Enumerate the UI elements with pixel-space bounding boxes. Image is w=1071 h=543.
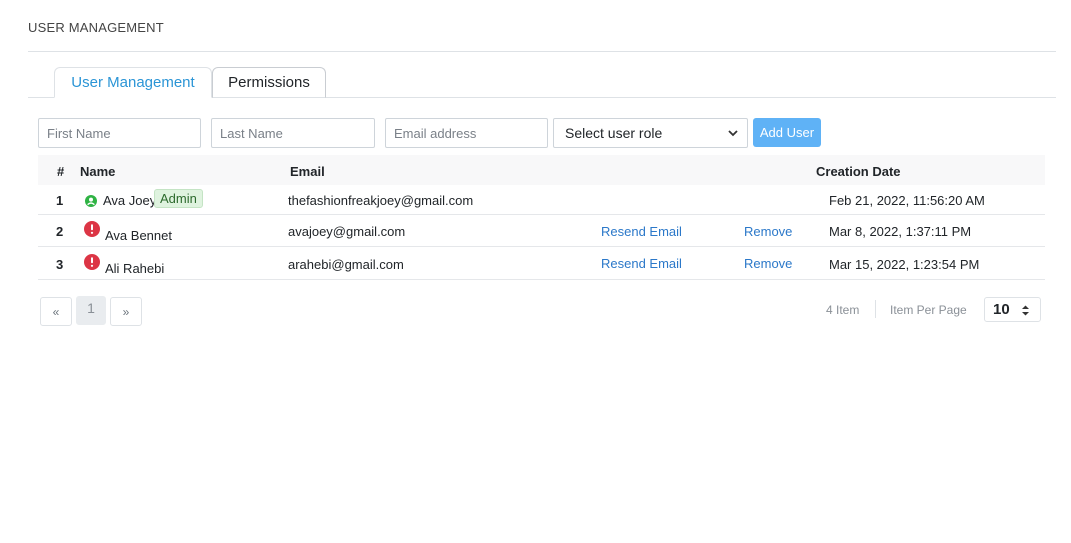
row-number: 2 (56, 224, 64, 239)
user-email: thefashionfreakjoey@gmail.com (288, 193, 474, 208)
user-role-select-value: Select user role (565, 125, 663, 141)
add-user-button[interactable]: Add User (753, 118, 821, 147)
row-number: 1 (56, 193, 64, 208)
last-name-input[interactable] (211, 118, 375, 148)
user-name: Ali Rahebi (105, 261, 165, 276)
tab-bar: User Management Permissions (28, 67, 1056, 98)
error-icon (84, 254, 100, 270)
error-icon (84, 221, 100, 237)
remove-link[interactable]: Remove (744, 224, 792, 239)
title-divider (28, 51, 1056, 52)
table-row: 2 Ava Bennet avajoey@gmail.com Resend Em… (38, 215, 1045, 247)
user-name: Ava Joey (103, 193, 157, 208)
table-row: 3 Ali Rahebi arahebi@gmail.com Resend Em… (38, 247, 1045, 280)
next-page-button[interactable]: » (110, 297, 142, 326)
email-input[interactable] (385, 118, 548, 148)
creation-date: Mar 15, 2022, 1:23:54 PM (829, 257, 980, 272)
column-header-name: Name (80, 164, 116, 179)
items-per-page-label: Item Per Page (890, 303, 967, 317)
items-per-page-select[interactable]: 10 (984, 297, 1041, 322)
column-header-number: # (57, 164, 65, 179)
user-name: Ava Bennet (105, 228, 172, 243)
user-check-icon (85, 195, 97, 207)
user-email: arahebi@gmail.com (288, 257, 404, 272)
row-number: 3 (56, 257, 64, 272)
item-count: 4 Item (826, 303, 860, 317)
column-header-email: Email (290, 164, 325, 179)
remove-link[interactable]: Remove (744, 256, 792, 271)
column-header-creation-date: Creation Date (816, 164, 901, 179)
resend-email-link[interactable]: Resend Email (601, 224, 682, 239)
page-button-1[interactable]: 1 (76, 296, 106, 325)
first-name-input[interactable] (38, 118, 201, 148)
creation-date: Feb 21, 2022, 11:56:20 AM (829, 193, 985, 208)
creation-date: Mar 8, 2022, 1:37:11 PM (829, 224, 972, 239)
footer-divider (875, 300, 876, 318)
table-row: 1 Ava Joey Admin thefashionfreakjoey@gma… (38, 185, 1045, 215)
user-role-select[interactable]: Select user role (553, 118, 748, 148)
tab-user-management[interactable]: User Management (54, 67, 212, 98)
table-header: # Name Email Creation Date (38, 155, 1045, 185)
sort-arrows-icon (1022, 305, 1029, 316)
page-title: USER MANAGEMENT (28, 20, 164, 35)
prev-page-button[interactable]: « (40, 297, 72, 326)
user-email: avajoey@gmail.com (288, 224, 406, 239)
items-per-page-value: 10 (993, 301, 1010, 318)
chevron-down-icon (728, 130, 738, 137)
resend-email-link[interactable]: Resend Email (601, 256, 682, 271)
tab-permissions[interactable]: Permissions (212, 67, 326, 98)
admin-badge: Admin (154, 189, 203, 208)
